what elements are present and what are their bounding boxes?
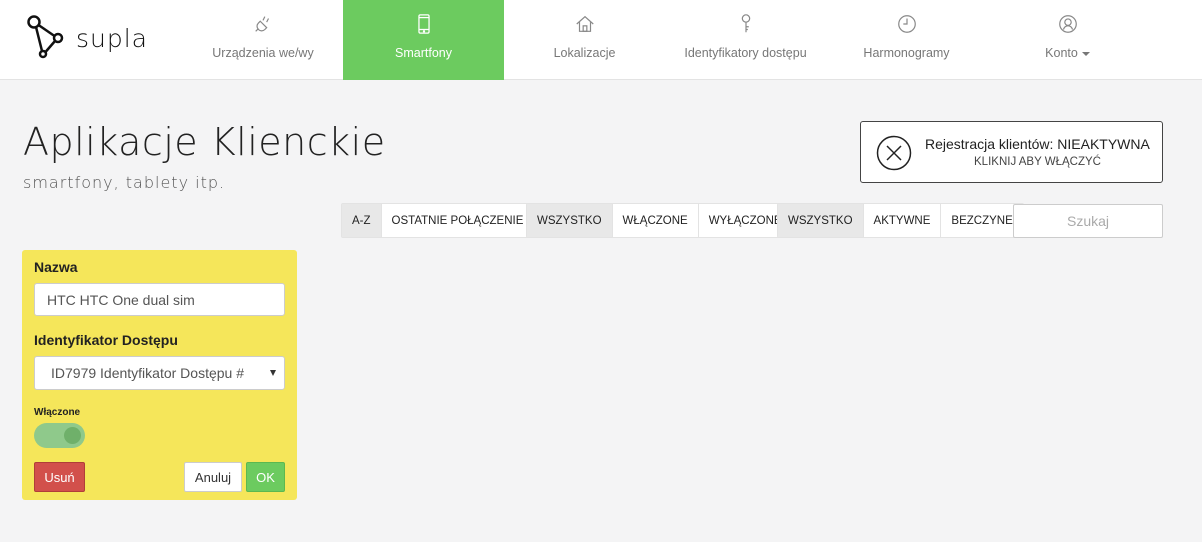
connection-all-button[interactable]: WSZYSTKO <box>778 204 863 237</box>
logo-icon <box>27 15 64 59</box>
nav-item-schedules[interactable]: Harmonogramy <box>826 0 987 80</box>
enabled-toggle[interactable] <box>34 423 85 448</box>
nav-item-access-ids[interactable]: Identyfikatory dostępu <box>665 0 826 80</box>
access-id-label: Identyfikator Dostępu <box>34 332 178 348</box>
key-icon <box>734 12 758 36</box>
sort-last-connection-button[interactable]: OSTATNIE POŁĄCZENIE <box>380 204 534 237</box>
nav-item-account[interactable]: Konto <box>987 0 1148 80</box>
ok-button[interactable]: OK <box>246 462 285 492</box>
access-id-value: ID7979 Identyfikator Dostępu # <box>51 365 245 381</box>
enabled-label: Włączone <box>34 407 81 418</box>
search-input[interactable] <box>1013 204 1163 238</box>
logo-text: supla <box>76 23 149 53</box>
toggle-knob <box>64 427 81 444</box>
access-id-select[interactable]: ID7979 Identyfikator Dostępu # <box>34 356 285 390</box>
smartphone-icon <box>412 12 436 36</box>
top-navbar: supla Urządzenia we/wy Smartfony Lokaliz… <box>0 0 1202 80</box>
close-circle-icon <box>876 135 912 171</box>
nav-label: Identyfikatory dostępu <box>684 46 807 60</box>
delete-button[interactable]: Usuń <box>34 462 85 492</box>
clock-icon <box>895 12 919 36</box>
registration-action: KLIKNIJ ABY WŁĄCZYĆ <box>974 156 1101 168</box>
sort-filter-group: A-Z OSTATNIE POŁĄCZENIE <box>341 203 535 238</box>
client-registration-toggle[interactable]: Rejestracja klientów: NIEAKTYWNA KLIKNIJ… <box>860 121 1163 183</box>
connection-active-button[interactable]: AKTYWNE <box>862 204 941 237</box>
home-icon <box>573 12 597 36</box>
connection-idle-button[interactable]: BEZCZYNE <box>940 204 1022 237</box>
name-field[interactable] <box>34 283 285 316</box>
enabled-on-button[interactable]: WŁĄCZONE <box>611 204 698 237</box>
sort-az-button[interactable]: A-Z <box>342 204 381 237</box>
page-subtitle: smartfony, tablety itp. <box>23 173 226 192</box>
client-app-card: Nazwa Identyfikator Dostępu ID7979 Ident… <box>22 250 297 500</box>
connection-filter-group: WSZYSTKO AKTYWNE BEZCZYNE <box>777 203 1024 238</box>
name-label: Nazwa <box>34 259 78 275</box>
nav-item-smartphones[interactable]: Smartfony <box>343 0 504 80</box>
plug-icon <box>251 12 275 36</box>
nav-item-devices[interactable]: Urządzenia we/wy <box>183 0 343 80</box>
account-label: Konto <box>1045 46 1078 60</box>
enabled-all-button[interactable]: WSZYSTKO <box>527 204 612 237</box>
enabled-filter-group: WSZYSTKO WŁĄCZONE WYŁĄCZONE <box>526 203 793 238</box>
user-icon <box>1056 12 1080 36</box>
nav-label: Konto <box>1045 46 1090 60</box>
nav-label: Lokalizacje <box>553 46 616 60</box>
chevron-down-icon <box>1081 51 1090 56</box>
nav-label: Smartfony <box>395 46 452 60</box>
supla-logo[interactable]: supla <box>26 14 156 62</box>
nav-label: Urządzenia we/wy <box>212 46 314 60</box>
nav-item-locations[interactable]: Lokalizacje <box>504 0 665 80</box>
caret-down-icon <box>270 370 276 376</box>
registration-status: Rejestracja klientów: NIEAKTYWNA <box>925 136 1150 152</box>
nav-label: Harmonogramy <box>863 46 950 60</box>
cancel-button[interactable]: Anuluj <box>184 462 242 492</box>
page-title: Aplikacje Klienckie <box>23 120 386 164</box>
